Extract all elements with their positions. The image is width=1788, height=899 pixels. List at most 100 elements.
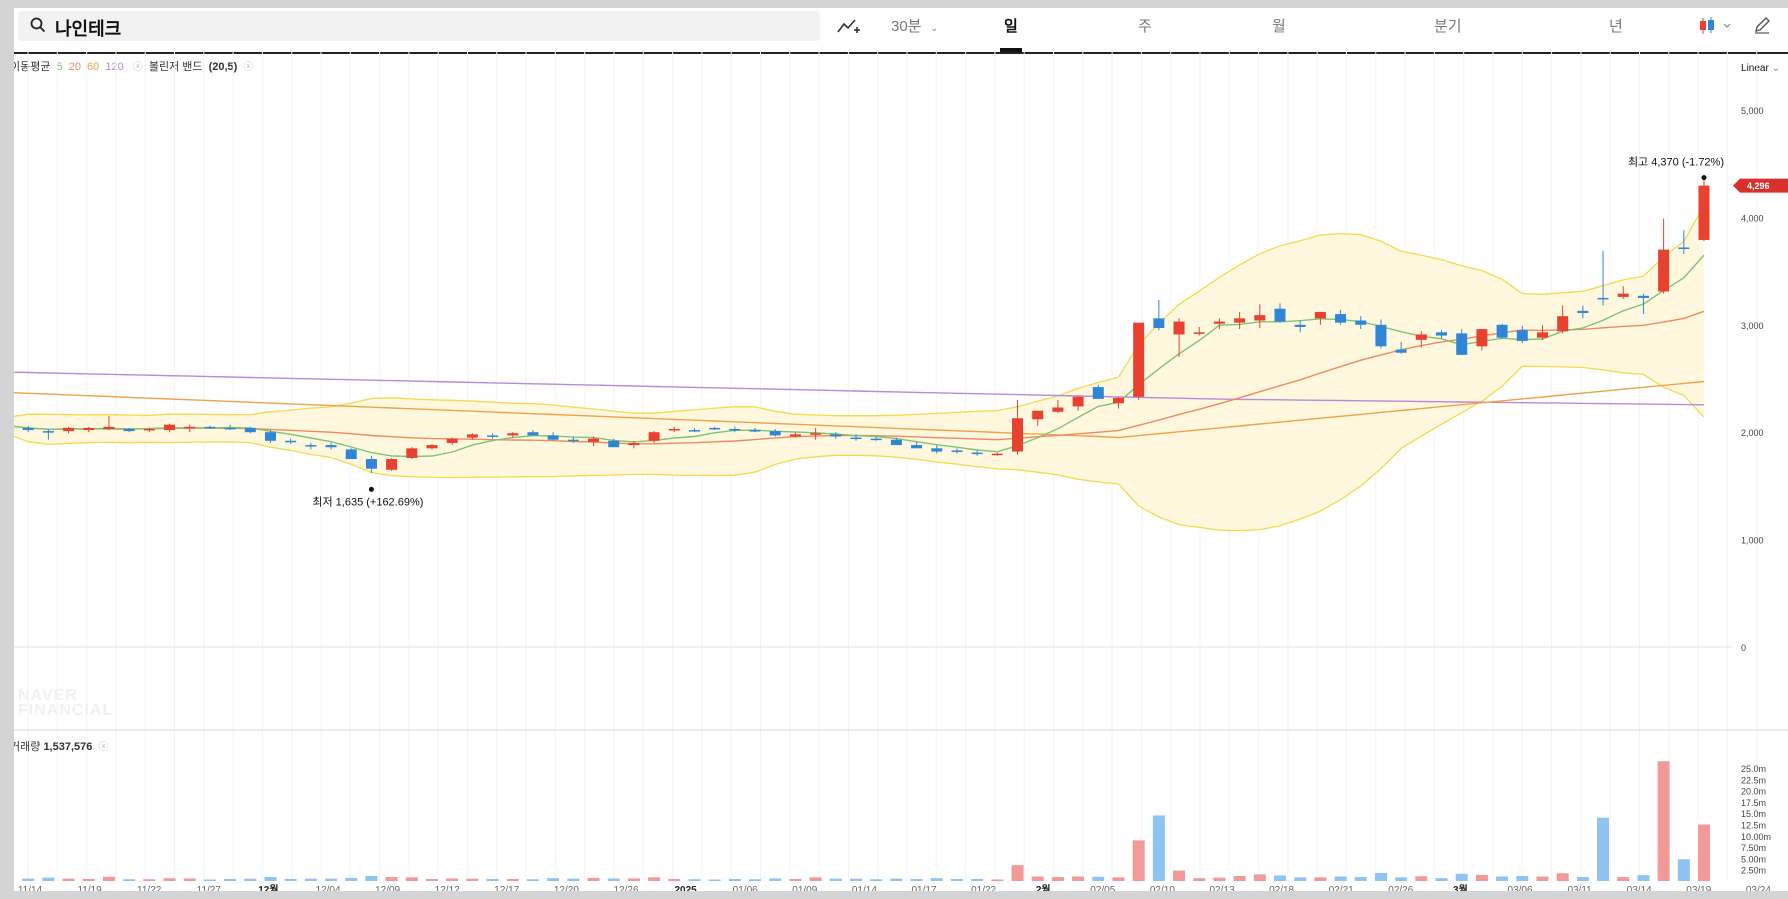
volume-bar — [870, 879, 883, 881]
candle-body — [22, 427, 34, 431]
tab-week[interactable]: 주 — [1138, 15, 1152, 36]
candle-body — [688, 430, 700, 432]
volume-tick-label: 17.5m — [1741, 798, 1766, 808]
candle-body — [1516, 330, 1528, 341]
volume-bar — [1435, 878, 1448, 881]
date-tick-label: 2월 — [1036, 884, 1051, 891]
low-label: 최저 1,635 (+162.69%) — [312, 495, 423, 508]
volume-bar — [1173, 870, 1186, 881]
candle-body — [466, 434, 478, 438]
volume-bar — [1475, 874, 1488, 881]
volume-bar — [1597, 817, 1610, 881]
date-tick-label: 03/11 — [1567, 885, 1592, 891]
candle-type-icon[interactable] — [1698, 16, 1734, 36]
date-tick-label: 12/20 — [554, 885, 579, 891]
stock-search-box[interactable]: 나인테크 — [18, 11, 820, 41]
date-tick-label: 12/17 — [494, 885, 519, 891]
volume-bar — [123, 879, 136, 881]
volume-bar — [910, 878, 923, 881]
volume-bar — [809, 877, 822, 881]
candle-body — [1557, 316, 1569, 332]
candle-body — [224, 427, 236, 430]
volume-bar — [728, 878, 741, 881]
candle-body — [991, 453, 1003, 456]
volume-bar — [1011, 865, 1024, 881]
search-icon[interactable] — [30, 17, 46, 33]
date-tick-label: 01/22 — [971, 885, 996, 891]
volume-bar — [1072, 876, 1085, 881]
date-tick-label: 2025 — [674, 885, 697, 891]
candle-body — [668, 428, 680, 431]
volume-tick-label: 12.5m — [1741, 821, 1766, 831]
volume-bar — [1374, 872, 1387, 881]
tab-year[interactable]: 년 — [1609, 15, 1623, 36]
volume-bar — [143, 879, 156, 881]
remove-volume-icon[interactable]: ⓧ — [98, 742, 108, 753]
candle-body — [103, 426, 115, 429]
price-chart[interactable]: 0 1,000 2,000 3,000 4,000 5,000 2.50m 5.00m7.50… — [14, 52, 1788, 891]
volume-bar — [749, 879, 762, 881]
vertical-grid — [27, 52, 1758, 881]
drawing-tool-icon[interactable] — [836, 16, 862, 36]
candle-body — [487, 435, 499, 437]
volume-bar — [1334, 876, 1347, 881]
candle-body — [1072, 396, 1084, 407]
pencil-icon[interactable] — [1752, 15, 1772, 35]
high-marker — [1701, 175, 1707, 181]
volume-bar — [1677, 859, 1690, 881]
volume-bar — [1213, 877, 1226, 881]
volume-bar — [1233, 875, 1246, 881]
tab-day[interactable]: 일 — [1004, 15, 1018, 36]
tab-month[interactable]: 월 — [1272, 15, 1286, 36]
volume-bar — [1415, 876, 1428, 881]
candle-body — [709, 427, 721, 430]
candle-body — [386, 459, 398, 470]
volume-bar — [1253, 874, 1266, 881]
volume-bar — [1657, 761, 1670, 881]
volume-bars — [22, 761, 1710, 881]
price-tick-label: 2,000 — [1741, 428, 1764, 438]
candle-body — [527, 432, 539, 436]
last-price-label: 4,296 — [1747, 181, 1770, 191]
candle-body — [365, 459, 377, 469]
candle-body — [446, 438, 458, 443]
volume-bar — [587, 877, 600, 881]
date-tick-label: 02/05 — [1090, 885, 1115, 891]
candle-body — [63, 427, 75, 432]
volume-bar — [1395, 877, 1408, 881]
volume-bar — [203, 879, 216, 881]
date-tick-label: 02/13 — [1209, 885, 1234, 891]
volume-bar — [82, 878, 95, 881]
volume-bar — [688, 879, 701, 881]
candle-body — [1173, 321, 1185, 335]
volume-bar — [325, 878, 338, 881]
volume-bar — [708, 879, 721, 881]
candle-body — [426, 445, 438, 449]
top-toolbar: 나인테크 30분 ⌄ 일 주 월 분기 년 — [14, 8, 1788, 54]
volume-tick-label: 20.0m — [1741, 787, 1766, 797]
volume-bar — [850, 878, 862, 881]
candle-body — [1112, 397, 1124, 404]
volume-bar — [668, 878, 681, 881]
candle-body — [1415, 334, 1427, 340]
date-tick-label: 03/24 — [1746, 885, 1771, 891]
volume-bar — [163, 878, 176, 881]
volume-legend: 거래량 1,537,576 ⓧ — [14, 738, 120, 754]
volume-bar — [345, 877, 358, 881]
candle-body — [1213, 321, 1225, 324]
volume-tick-label: 25.0m — [1741, 764, 1766, 774]
naver-financial-watermark: NAVER FINANCIAL — [18, 688, 113, 719]
volume-bar — [244, 878, 257, 881]
candle-body — [1658, 249, 1670, 292]
volume-bar — [42, 877, 55, 881]
volume-bar — [1698, 824, 1710, 881]
interval-select[interactable]: 30분 ⌄ — [891, 15, 938, 36]
candle-body — [729, 428, 741, 431]
candle-body — [1234, 318, 1246, 323]
date-tick-label: 12월 — [258, 884, 278, 891]
candle-body — [1092, 387, 1104, 399]
volume-bar — [1031, 876, 1044, 881]
tab-quarter[interactable]: 분기 — [1434, 15, 1462, 36]
volume-bar — [264, 877, 277, 881]
chart-app: 나인테크 30분 ⌄ 일 주 월 분기 년 이동평균 5 20 60 120 ⓧ … — [14, 8, 1788, 891]
